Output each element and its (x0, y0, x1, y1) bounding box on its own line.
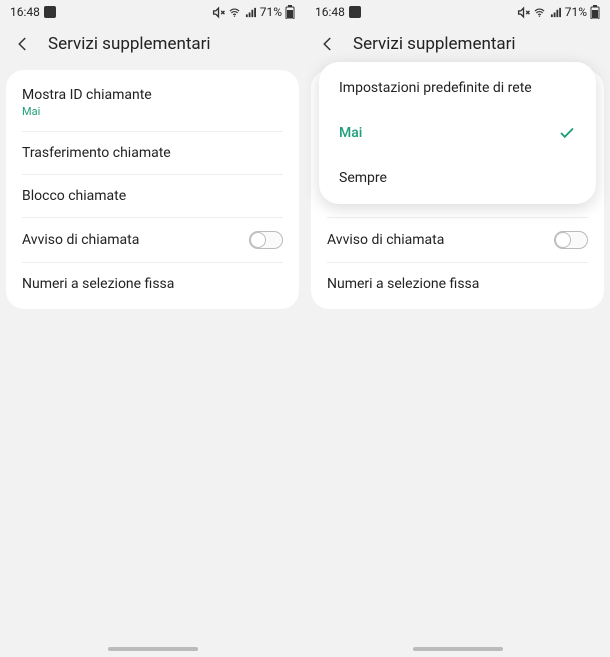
setting-label: Avviso di chiamata (327, 232, 444, 248)
battery-icon (285, 5, 295, 19)
popup-option-label: Mai (339, 125, 362, 141)
wifi-icon (228, 7, 241, 18)
battery-text: 71% (260, 5, 282, 19)
status-time: 16:48 (315, 5, 345, 19)
setting-label: Blocco chiamate (22, 188, 126, 204)
setting-label: Trasferimento chiamate (22, 145, 171, 161)
setting-call-waiting[interactable]: Avviso di chiamata (6, 218, 299, 262)
status-bar: 16:48 71% (305, 0, 610, 24)
setting-value: Mai (22, 105, 283, 118)
signal-icon (244, 7, 257, 18)
screen-left: 16:48 71% Servizi supplementari Mostra I… (0, 0, 305, 657)
mute-icon (517, 6, 530, 19)
caller-id-popup: Impostazioni predefinite di rete Mai Sem… (319, 62, 596, 204)
setting-call-waiting[interactable]: Avviso di chiamata (311, 218, 604, 262)
toggle-call-waiting[interactable] (249, 231, 283, 249)
notification-icon (349, 6, 361, 18)
setting-fixed-dialing[interactable]: Numeri a selezione fissa (311, 263, 604, 305)
setting-label: Mostra ID chiamante (22, 87, 283, 103)
status-bar: 16:48 71% (0, 0, 305, 24)
header: Servizi supplementari (0, 24, 305, 70)
back-icon[interactable] (14, 35, 32, 53)
status-time: 16:48 (10, 5, 40, 19)
setting-label: Numeri a selezione fissa (22, 276, 174, 292)
page-title: Servizi supplementari (48, 34, 211, 54)
gesture-bar[interactable] (413, 647, 503, 651)
setting-label: Avviso di chiamata (22, 232, 139, 248)
wifi-icon (533, 7, 546, 18)
check-icon (558, 124, 576, 142)
signal-icon (549, 7, 562, 18)
settings-card: Mostra ID chiamante Mai Trasferimento ch… (6, 70, 299, 309)
notification-icon (44, 6, 56, 18)
mute-icon (212, 6, 225, 19)
setting-forwarding[interactable]: Trasferimento chiamate (6, 132, 299, 174)
screen-right: 16:48 71% Servizi supplementari Mostra I… (305, 0, 610, 657)
popup-option-label: Sempre (339, 170, 387, 186)
popup-option-network-default[interactable]: Impostazioni predefinite di rete (319, 66, 596, 110)
gesture-bar[interactable] (108, 647, 198, 651)
setting-blocking[interactable]: Blocco chiamate (6, 175, 299, 217)
popup-option-always[interactable]: Sempre (319, 156, 596, 200)
popup-option-label: Impostazioni predefinite di rete (339, 80, 532, 96)
page-title: Servizi supplementari (353, 34, 516, 54)
setting-label: Numeri a selezione fissa (327, 276, 479, 292)
battery-icon (590, 5, 600, 19)
setting-caller-id[interactable]: Mostra ID chiamante Mai (6, 74, 299, 131)
toggle-call-waiting[interactable] (554, 231, 588, 249)
popup-option-never[interactable]: Mai (319, 110, 596, 156)
setting-fixed-dialing[interactable]: Numeri a selezione fissa (6, 263, 299, 305)
battery-text: 71% (565, 5, 587, 19)
back-icon[interactable] (319, 35, 337, 53)
